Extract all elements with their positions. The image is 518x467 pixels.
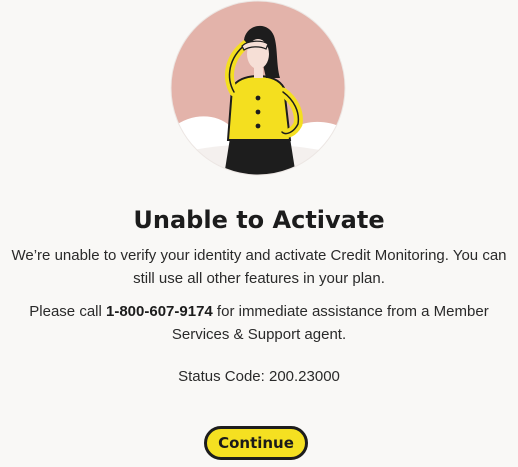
support-phone-number: 1-800-607-9174 bbox=[106, 303, 213, 320]
support-suffix: for immediate assistance from a Member bbox=[212, 303, 489, 320]
jacket-button bbox=[255, 123, 261, 129]
jacket-button bbox=[255, 109, 261, 115]
support-line2: Services & Support agent. bbox=[171, 326, 347, 343]
woman-shading-eyes-illustration bbox=[170, 0, 346, 176]
support-prefix: Please call bbox=[29, 303, 106, 320]
continue-button[interactable]: Continue bbox=[204, 426, 308, 460]
status-code: Status Code: 200.23000 bbox=[178, 368, 340, 385]
error-message-line1: We’re unable to verify your identity and… bbox=[11, 247, 507, 264]
illustration-svg bbox=[170, 0, 346, 176]
error-message: We’re unable to verify your identity and… bbox=[0, 244, 518, 290]
error-message-line2: still use all other features in your pla… bbox=[133, 270, 385, 287]
jacket-button bbox=[255, 95, 261, 101]
neck bbox=[254, 68, 263, 78]
support-message: Please call 1-800-607-9174 for immediate… bbox=[0, 300, 518, 346]
page-title: Unable to Activate bbox=[133, 206, 385, 234]
